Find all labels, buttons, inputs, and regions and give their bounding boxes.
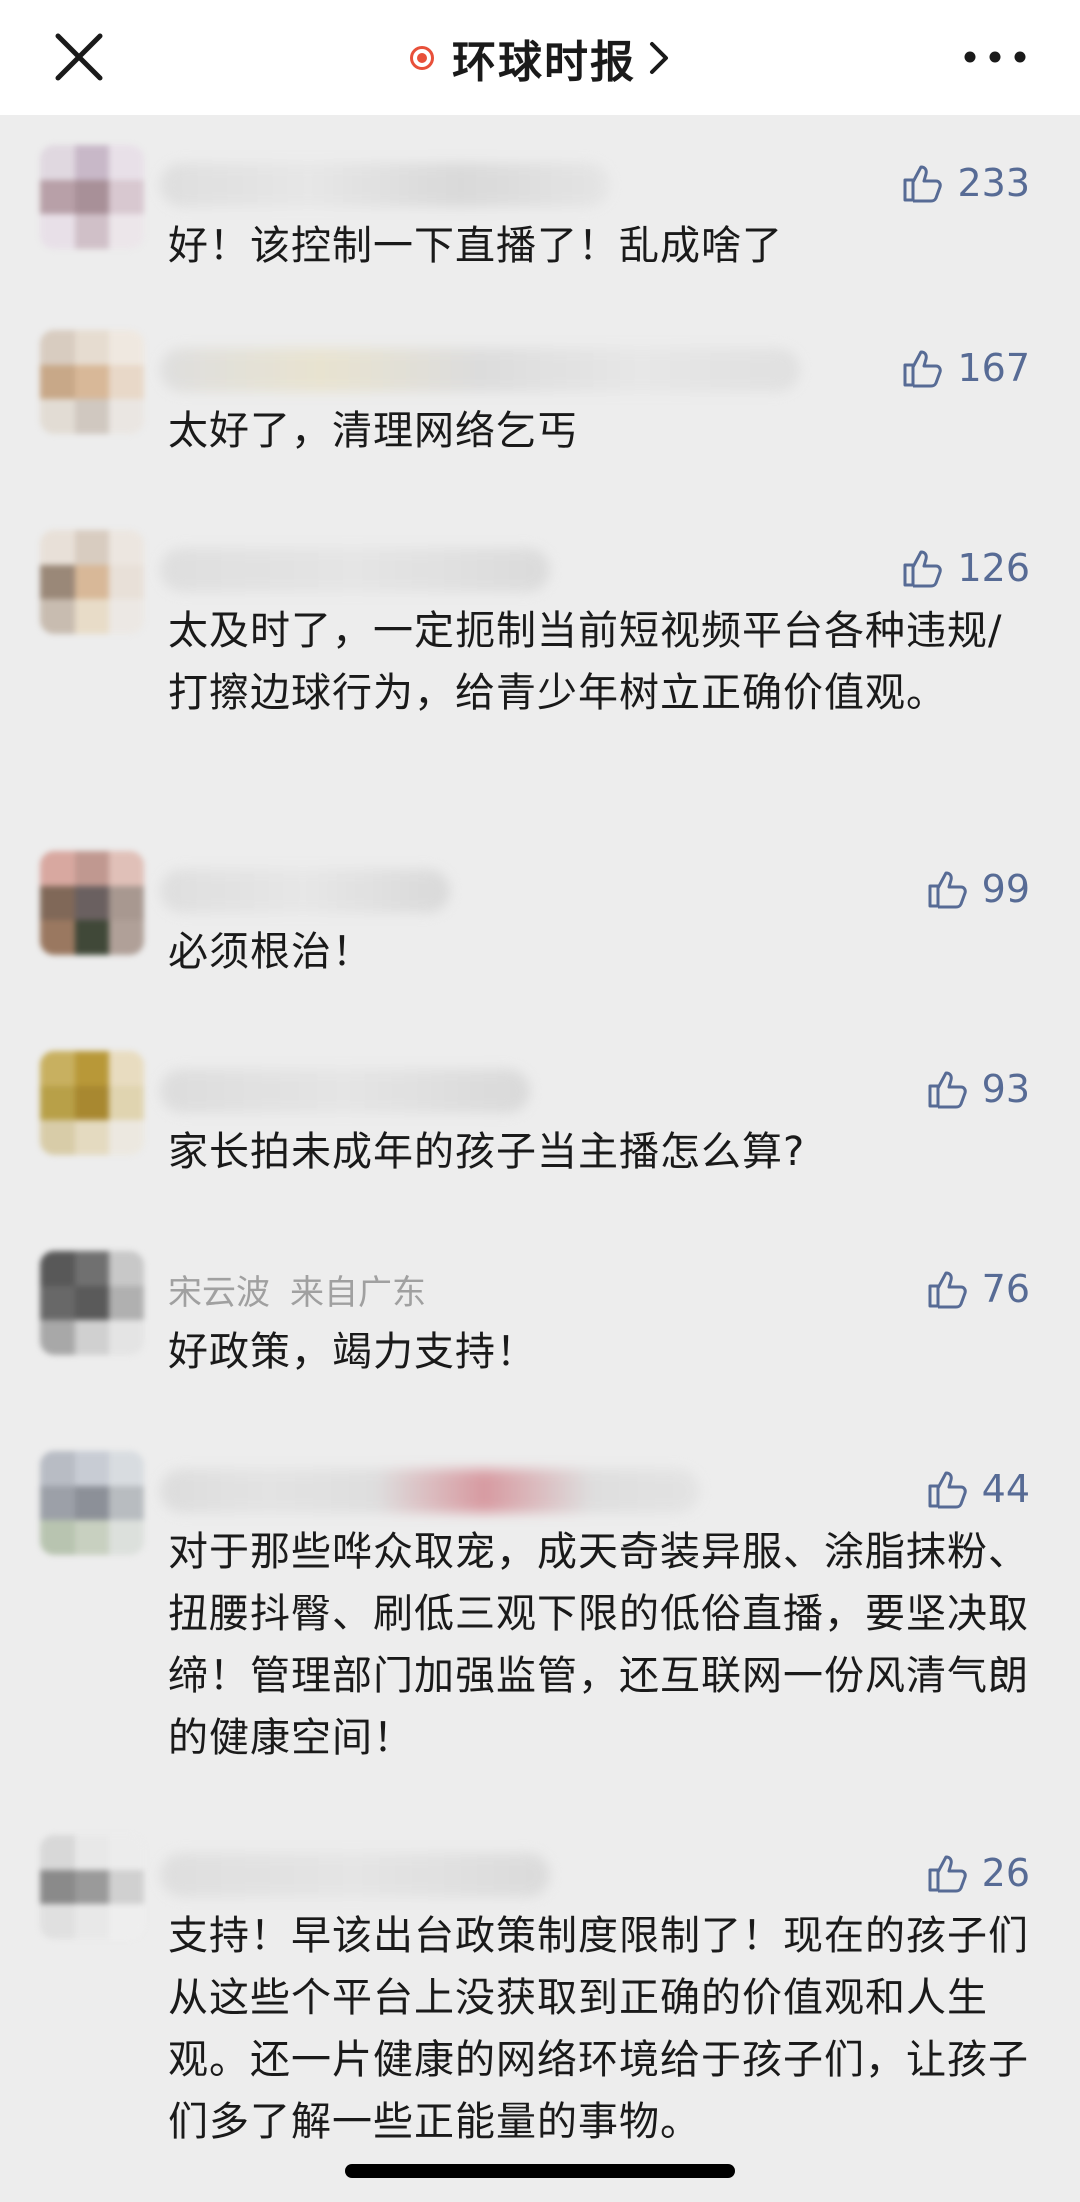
comment-text: 太及时了，一定扼制当前短视频平台各种违规/打擦边球行为，给青少年树立正确价值观。 bbox=[168, 608, 1003, 716]
comment-text: 必须根治！ bbox=[168, 929, 373, 975]
avatar[interactable] bbox=[40, 330, 144, 434]
thumbs-up-icon bbox=[903, 350, 943, 388]
username-blurred[interactable] bbox=[160, 1069, 530, 1113]
username-blurred[interactable] bbox=[160, 163, 610, 207]
page-title: 环球时报 bbox=[452, 36, 636, 88]
avatar[interactable] bbox=[40, 1251, 144, 1355]
avatar[interactable] bbox=[40, 851, 144, 955]
like-button[interactable]: 126 bbox=[901, 546, 1030, 590]
like-button[interactable]: 93 bbox=[926, 1067, 1030, 1111]
account-title-link[interactable]: 环球时报 bbox=[410, 26, 670, 90]
like-count: 44 bbox=[981, 1467, 1030, 1511]
comment-text: 家长拍未成年的孩子当主播怎么算? bbox=[168, 1129, 806, 1175]
comment-text: 好！该控制一下直播了！乱成啥了 bbox=[168, 223, 783, 269]
live-dot-icon bbox=[410, 45, 434, 70]
like-count: 76 bbox=[981, 1267, 1030, 1311]
comment-text: 对于那些哗众取宠，成天奇装异服、涂脂抹粉、扭腰抖臀、刷低三观下限的低俗直播，要坚… bbox=[168, 1529, 1029, 1761]
thumbs-up-icon bbox=[928, 1271, 967, 1309]
top-bar: 环球时报 bbox=[0, 0, 1080, 115]
username-blurred[interactable] bbox=[160, 1853, 550, 1897]
comment-text: 太好了，清理网络乞丐 bbox=[168, 408, 578, 454]
username-blurred[interactable] bbox=[160, 1469, 700, 1513]
like-count: 126 bbox=[957, 546, 1030, 590]
like-button[interactable]: 76 bbox=[926, 1267, 1030, 1311]
avatar[interactable] bbox=[40, 1835, 144, 1939]
like-count: 93 bbox=[981, 1067, 1030, 1111]
thumbs-up-icon bbox=[903, 165, 943, 203]
thumbs-up-icon bbox=[928, 1855, 967, 1893]
like-button[interactable]: 99 bbox=[926, 867, 1030, 911]
thumbs-up-icon bbox=[928, 871, 967, 909]
username-blurred[interactable] bbox=[160, 548, 550, 592]
like-button[interactable]: 233 bbox=[901, 161, 1030, 205]
close-button[interactable] bbox=[50, 28, 108, 86]
comment-text: 好政策，竭力支持！ bbox=[168, 1329, 537, 1375]
username-blurred[interactable] bbox=[160, 348, 800, 392]
like-button[interactable]: 26 bbox=[926, 1851, 1030, 1895]
user-location: 来自广东 bbox=[290, 1273, 426, 1313]
comment-text: 支持！早该出台政策制度限制了！现在的孩子们从这些个平台上没获取到正确的价值观和人… bbox=[168, 1913, 1029, 2145]
avatar[interactable] bbox=[40, 1451, 144, 1555]
like-button[interactable]: 44 bbox=[926, 1467, 1030, 1511]
like-count: 233 bbox=[957, 161, 1030, 205]
like-button[interactable]: 167 bbox=[901, 346, 1030, 390]
thumbs-up-icon bbox=[928, 1471, 967, 1509]
like-count: 26 bbox=[981, 1851, 1030, 1895]
more-icon bbox=[964, 51, 1026, 63]
thumbs-up-icon bbox=[928, 1071, 967, 1109]
like-count: 99 bbox=[981, 867, 1030, 911]
avatar[interactable] bbox=[40, 1051, 144, 1155]
home-indicator[interactable] bbox=[345, 2164, 735, 2178]
username[interactable]: 宋云波 来自广东 bbox=[168, 1265, 426, 1314]
avatar[interactable] bbox=[40, 530, 144, 634]
close-icon bbox=[55, 33, 103, 81]
like-count: 167 bbox=[957, 346, 1030, 390]
more-button[interactable] bbox=[960, 40, 1030, 74]
avatar[interactable] bbox=[40, 145, 144, 249]
username-blurred[interactable] bbox=[160, 869, 450, 913]
thumbs-up-icon bbox=[903, 550, 943, 588]
chevron-right-icon bbox=[650, 41, 668, 74]
